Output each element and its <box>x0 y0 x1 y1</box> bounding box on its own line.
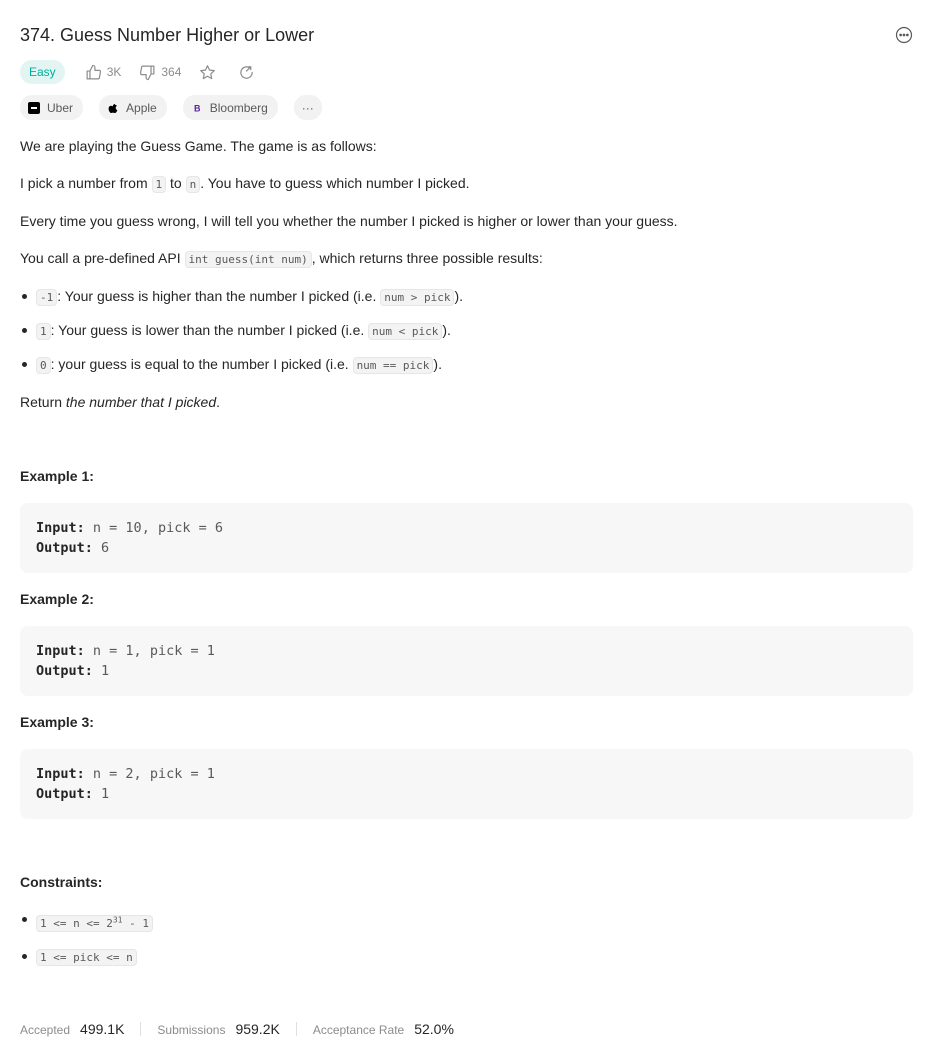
problem-content: We are playing the Guess Game. The game … <box>20 136 913 984</box>
list-item: -1: Your guess is higher than the number… <box>20 286 913 308</box>
star-icon <box>200 64 216 79</box>
acceptance-rate-stat: Acceptance Rate 52.0% <box>313 1021 454 1037</box>
company-tag-apple[interactable]: Apple <box>99 95 167 120</box>
meta-row: Easy 3K 364 <box>20 59 277 85</box>
stat-label: Acceptance Rate <box>312 1023 405 1037</box>
dislike-button[interactable]: 364 <box>139 64 181 81</box>
favorite-button[interactable] <box>199 64 216 81</box>
divider <box>140 1022 142 1036</box>
dislike-count: 364 <box>161 65 182 79</box>
thumbs-up-icon <box>86 64 101 79</box>
company-tag-label: Apple <box>126 100 157 115</box>
inline-code: 1 <box>36 323 51 340</box>
list-item: 0: your guess is equal to the number I p… <box>20 354 913 376</box>
inline-code: 0 <box>36 357 51 374</box>
title-row: 374. Guess Number Higher or Lower <box>20 20 913 50</box>
accepted-stat: Accepted 499.1K <box>20 1021 124 1037</box>
inline-code: num > pick <box>380 289 455 306</box>
more-tags-button[interactable]: ··· <box>293 95 322 120</box>
example-block: Input: n = 2, pick = 1 Output: 1 <box>20 749 913 819</box>
inline-code: int guess(int num) <box>184 251 312 268</box>
example-block: Input: n = 1, pick = 1 Output: 1 <box>20 626 913 696</box>
like-count: 3K <box>106 65 122 79</box>
submissions-stat: Submissions 959.2K <box>157 1021 279 1037</box>
svg-text:B: B <box>194 103 201 113</box>
inline-code: 1 <box>151 176 167 193</box>
stat-value: 52.0% <box>414 1021 454 1037</box>
share-button[interactable] <box>238 64 255 81</box>
more-options-icon[interactable] <box>895 26 913 44</box>
divider <box>295 1022 297 1036</box>
inline-code: n <box>185 176 201 193</box>
difficulty-badge: Easy <box>20 60 65 84</box>
description-paragraph: Every time you guess wrong, I will tell … <box>20 213 678 229</box>
company-tags-row: Uber Apple B Bloomberg ··· <box>20 95 322 120</box>
inline-code: -1 <box>36 289 58 306</box>
description-paragraph: We are playing the Guess Game. The game … <box>20 138 377 154</box>
inline-code: num == pick <box>352 357 434 374</box>
description-paragraph: You call a pre-defined API int guess(int… <box>20 250 543 268</box>
problem-description-panel: 374. Guess Number Higher or Lower Easy 3… <box>0 0 933 1052</box>
share-refresh-icon <box>240 65 254 79</box>
stat-label: Accepted <box>20 1023 71 1037</box>
bloomberg-logo-icon: B <box>191 102 203 114</box>
list-item: 1 <= pick <= n <box>20 946 913 968</box>
description-paragraph: Return the number that I picked. <box>20 394 221 410</box>
like-button[interactable]: 3K <box>85 64 122 81</box>
example-title: Example 2: <box>20 591 94 607</box>
thumbs-down-icon <box>140 65 155 80</box>
problem-title[interactable]: 374. Guess Number Higher or Lower <box>20 25 314 46</box>
inline-code: 1 <= n <= 231 - 1 <box>36 914 153 932</box>
company-tag-uber[interactable]: Uber <box>20 95 84 120</box>
results-list: -1: Your guess is higher than the number… <box>20 286 913 376</box>
company-tag-bloomberg[interactable]: B Bloomberg <box>182 95 278 120</box>
list-item: 1: Your guess is lower than the number I… <box>20 320 913 342</box>
list-item: 1 <= n <= 231 - 1 <box>20 909 913 934</box>
constraints-list: 1 <= n <= 231 - 1 1 <= pick <= n <box>20 909 913 968</box>
example-title: Example 3: <box>20 714 94 730</box>
stat-label: Submissions <box>157 1023 226 1037</box>
example-title: Example 1: <box>20 468 94 484</box>
stat-value: 499.1K <box>80 1021 125 1037</box>
example-block: Input: n = 10, pick = 6 Output: 6 <box>20 503 913 573</box>
uber-logo-icon <box>28 101 40 114</box>
inline-code: 1 <= pick <= n <box>36 948 137 966</box>
apple-logo-icon <box>107 102 119 114</box>
description-paragraph: I pick a number from 1 to n. You have to… <box>20 175 470 193</box>
constraints-title: Constraints: <box>20 874 103 890</box>
stat-value: 959.2K <box>235 1021 280 1037</box>
company-tag-label: Uber <box>47 100 74 115</box>
company-tag-label: Bloomberg <box>209 100 268 115</box>
stats-footer: Accepted 499.1K Submissions 959.2K Accep… <box>20 1018 454 1040</box>
inline-code: num < pick <box>368 323 443 340</box>
